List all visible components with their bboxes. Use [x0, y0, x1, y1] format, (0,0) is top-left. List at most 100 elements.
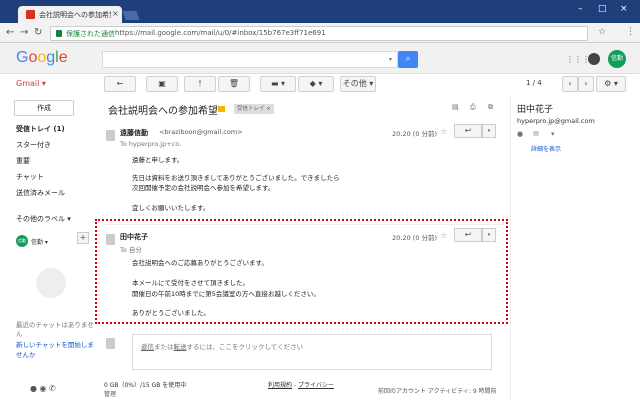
reply-prompt: 返信または転送するには、ここをクリックしてください: [141, 341, 303, 351]
sender-avatar: [106, 234, 115, 245]
omnibox[interactable]: 保護された通信 https://mail.google.com/mail/u/0…: [50, 26, 588, 41]
message-time: 20:20 (0 分前): [392, 130, 438, 138]
nav-inbox[interactable]: 受信トレイ (1): [16, 124, 65, 134]
search-options-icon[interactable]: ▾: [389, 56, 392, 63]
nav-more-labels[interactable]: その他のラベル ▾: [16, 214, 71, 224]
archive-button[interactable]: ▣: [146, 76, 178, 92]
back-icon[interactable]: ←: [6, 27, 14, 38]
add-chat-button[interactable]: +: [77, 232, 89, 244]
nav-starred[interactable]: スター付き: [16, 140, 51, 150]
gmail-favicon-icon: [26, 10, 35, 19]
contacts-icon[interactable]: ● ◉ ✆: [30, 384, 56, 393]
chat-placeholder-icon: [36, 268, 66, 298]
body-line: 先日は資料をお送り頂きましてありがとうございました。できましたら: [132, 174, 340, 182]
body-line: 本メールにて受付をさせて頂きました。: [132, 279, 249, 287]
terms-link[interactable]: 利用規約: [268, 382, 292, 389]
report-spam-button[interactable]: !: [184, 76, 216, 92]
reply-box[interactable]: 返信または転送するには、ここをクリックしてください: [132, 334, 492, 370]
account-activity: 前回のアカウント アクティビティ: 9 時間前: [378, 388, 497, 395]
star-icon[interactable]: ☆: [440, 231, 447, 240]
chat-empty-note: 最近のチャットはありません: [16, 321, 94, 338]
left-nav: 作成 受信トレイ (1) スター付き 重要 チャット 送信済みメール その他のラ…: [0, 94, 100, 400]
sender-name[interactable]: 田中花子: [120, 232, 148, 242]
important-marker-icon[interactable]: [218, 106, 225, 112]
nav-sent[interactable]: 送信済みメール: [16, 188, 65, 198]
nav-important[interactable]: 重要: [16, 156, 30, 166]
print-icon[interactable]: ⎙: [470, 103, 476, 112]
contact-name: 田中花子: [517, 105, 554, 115]
body-line: 会社説明会へのご応募ありがとうございます。: [132, 259, 268, 267]
reply-or-text: または: [154, 343, 174, 351]
delete-button[interactable]: 🗑: [218, 76, 250, 92]
bookmark-star-icon[interactable]: ☆: [598, 27, 606, 37]
reply-button[interactable]: ↩: [454, 124, 482, 138]
older-button[interactable]: ›: [578, 76, 594, 92]
nav-chats[interactable]: チャット: [16, 172, 44, 182]
reply-link[interactable]: 返信: [141, 343, 154, 351]
reply-button[interactable]: ↩: [454, 228, 482, 242]
chat-user-name[interactable]: 信勤 ▾: [31, 237, 48, 246]
search-icon: ⌕: [405, 54, 411, 64]
body-line: 次回開催予定の会社説明会へ参加を希望します。: [132, 184, 275, 192]
gmail-header: Google ▾ ⌕ ⋮⋮⋮ 信勤: [0, 43, 640, 74]
footer-links: 利用規約 - プライバシー: [268, 382, 334, 389]
start-chat-link[interactable]: 新しいチャットを開始しませんか: [16, 340, 98, 360]
browser-menu-icon[interactable]: ⋮: [626, 27, 635, 37]
url-text[interactable]: https://mail.google.com/mail/u/0/#inbox/…: [115, 29, 326, 37]
contact-panel: 田中花子 hyperpro.jp@gmail.com ● ✉ ▾ 詳細を表示: [510, 94, 640, 400]
labels-button[interactable]: ◆ ▾: [298, 76, 334, 92]
contact-more-icon[interactable]: ▾: [551, 130, 555, 138]
newer-button[interactable]: ‹: [562, 76, 578, 92]
sender-avatar: [106, 130, 115, 141]
inbox-label-chip[interactable]: 受信トレイ ×: [234, 104, 274, 114]
apps-grid-icon[interactable]: ⋮⋮⋮: [566, 55, 590, 64]
contact-person-icon[interactable]: ●: [517, 130, 523, 138]
body-line: 開催日の午前10時までに第5会議室の方へ直接お越しください。: [132, 290, 320, 298]
print-all-icon[interactable]: ▤: [452, 103, 459, 111]
tab-close-icon[interactable]: ×: [112, 9, 119, 18]
back-to-inbox-button[interactable]: ←: [104, 76, 136, 92]
message-more-button[interactable]: ▾: [482, 124, 496, 138]
account-avatar[interactable]: 信勤: [608, 50, 626, 68]
forward-icon[interactable]: →: [20, 27, 28, 38]
move-to-button[interactable]: ▬ ▾: [260, 76, 296, 92]
forward-link[interactable]: 転送: [174, 343, 187, 351]
browser-titlebar: 会社説明会への参加希望 × – □ ×: [0, 0, 640, 23]
sender-name[interactable]: 遠藤信勤: [120, 128, 148, 138]
reload-icon[interactable]: ↻: [34, 27, 42, 38]
star-icon[interactable]: ☆: [440, 127, 447, 136]
manage-storage-link[interactable]: 管理: [104, 389, 116, 398]
settings-button[interactable]: ⚙ ▾: [596, 76, 626, 92]
chat-user-avatar[interactable]: 信勤: [16, 235, 28, 247]
message-more-button[interactable]: ▾: [482, 228, 496, 242]
view-details-link[interactable]: 詳細を表示: [531, 144, 561, 153]
gear-icon: ⚙ ▾: [604, 79, 618, 88]
mail-toolbar: Gmail ▾ ← ▣ ! 🗑 ▬ ▾ ◆ ▾ その他 ▾ 1 / 4 ‹ › …: [0, 74, 640, 94]
recipient-line[interactable]: To hyperpro.jp+co.: [120, 140, 181, 148]
gmail-menu[interactable]: Gmail ▾: [16, 79, 46, 88]
sender-email: <braziboon@gmail.com>: [159, 128, 243, 136]
browser-tab[interactable]: 会社説明会への参加希望 ×: [18, 6, 122, 23]
page-count: 1 / 4: [526, 79, 542, 87]
recipient-line[interactable]: To 自分: [120, 244, 142, 254]
new-window-icon[interactable]: ⧉: [488, 103, 493, 112]
compose-button[interactable]: 作成: [14, 100, 74, 116]
thread-subject: 会社説明会への参加希望: [108, 106, 218, 117]
body-line: ありがとうございました。: [132, 309, 210, 317]
new-tab-button[interactable]: [122, 11, 140, 20]
email-icon[interactable]: ✉: [533, 130, 539, 138]
minimize-icon[interactable]: –: [578, 4, 583, 14]
more-button[interactable]: その他 ▾: [340, 76, 376, 92]
google-logo[interactable]: Google: [16, 49, 68, 67]
secure-label: 保護された通信: [66, 30, 115, 38]
privacy-link[interactable]: プライバシー: [298, 382, 334, 389]
body-line: 遠藤と申します。: [132, 156, 184, 164]
search-input[interactable]: ▾: [102, 51, 398, 68]
search-button[interactable]: ⌕: [398, 51, 418, 68]
body-line: 宜しくお願いいたします。: [132, 204, 210, 212]
maximize-icon[interactable]: □: [598, 4, 607, 14]
close-window-icon[interactable]: ×: [620, 4, 628, 14]
address-bar-row: ← → ↻ 保護された通信 https://mail.google.com/ma…: [0, 23, 640, 43]
notifications-icon[interactable]: [588, 53, 600, 65]
tab-title: 会社説明会への参加希望: [39, 11, 111, 19]
